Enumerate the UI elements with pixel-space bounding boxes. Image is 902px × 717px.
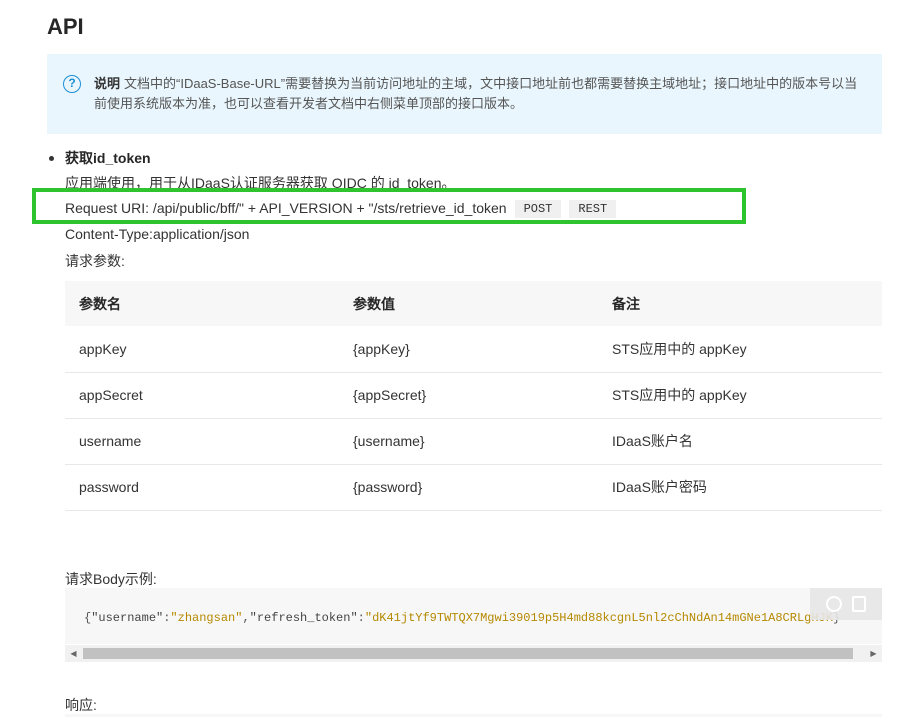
table-header-row: 参数名 参数值 备注: [65, 281, 882, 326]
column-header: 参数名: [65, 281, 339, 326]
scroll-left-arrow-icon[interactable]: ◀: [65, 645, 82, 662]
table-cell: IDaaS账户密码: [598, 464, 882, 511]
table-row: appKey {appKey} STS应用中的 appKey: [65, 326, 882, 373]
table-cell: {appKey}: [339, 326, 598, 373]
table-cell: {appSecret}: [339, 372, 598, 419]
code-block[interactable]: {"username":"zhangsan","refresh_token":"…: [65, 588, 882, 644]
column-header: 备注: [598, 281, 882, 326]
table-row: appSecret {appSecret} STS应用中的 appKey: [65, 372, 882, 419]
copy-icon[interactable]: [852, 596, 866, 612]
table-cell: appKey: [65, 326, 339, 373]
highlight-box: [32, 188, 746, 224]
horizontal-scrollbar[interactable]: ◀ ▶: [65, 645, 882, 662]
bullet-icon: [49, 156, 54, 161]
question-circle-icon: ?: [63, 75, 81, 93]
scroll-thumb[interactable]: [83, 648, 853, 659]
page-title: API: [47, 14, 84, 39]
code-line: {"username":"zhangsan","refresh_token":"…: [84, 611, 840, 625]
code-punct: :: [357, 611, 365, 625]
code-string: "zhangsan": [170, 611, 243, 625]
params-table: 参数名 参数值 备注 appKey {appKey} STS应用中的 appKe…: [65, 281, 882, 511]
column-header: 参数值: [339, 281, 598, 326]
table-row: password {password} IDaaS账户密码: [65, 464, 882, 511]
wrap-toggle-icon[interactable]: [826, 596, 842, 612]
code-key: "username": [91, 611, 164, 625]
table-cell: appSecret: [65, 372, 339, 419]
note-label: 说明: [94, 76, 121, 91]
table-cell: {password}: [339, 464, 598, 511]
info-note: ? 说明 文档中的“IDaaS-Base-URL”需要替换为当前访问地址的主域，文…: [47, 54, 882, 134]
params-label: 请求参数:: [65, 253, 125, 269]
table-row: username {username} IDaaS账户名: [65, 418, 882, 465]
table-cell: {username}: [339, 418, 598, 465]
table-cell: username: [65, 418, 339, 465]
scroll-right-arrow-icon[interactable]: ▶: [865, 645, 882, 662]
code-punct: ,: [242, 611, 250, 625]
code-string: "dK41jtYf9TWTQX7Mgwi39019p5H4md88kcgnL5n…: [364, 611, 833, 625]
table-cell: IDaaS账户名: [598, 418, 882, 465]
section-heading: 获取id_token: [65, 150, 151, 166]
note-text: 文档中的“IDaaS-Base-URL”需要替换为当前访问地址的主域，文中接口地…: [94, 76, 858, 111]
code-toolbar: [810, 588, 882, 620]
content-type: Content-Type:application/json: [65, 226, 250, 242]
body-example-label: 请求Body示例:: [65, 571, 157, 587]
response-label: 响应:: [65, 697, 97, 713]
table-cell: password: [65, 464, 339, 511]
code-key: "refresh_token": [249, 611, 358, 625]
table-cell: STS应用中的 appKey: [598, 372, 882, 419]
table-cell: STS应用中的 appKey: [598, 326, 882, 373]
note-text-block: 说明 文档中的“IDaaS-Base-URL”需要替换为当前访问地址的主域，文中接…: [94, 74, 864, 114]
